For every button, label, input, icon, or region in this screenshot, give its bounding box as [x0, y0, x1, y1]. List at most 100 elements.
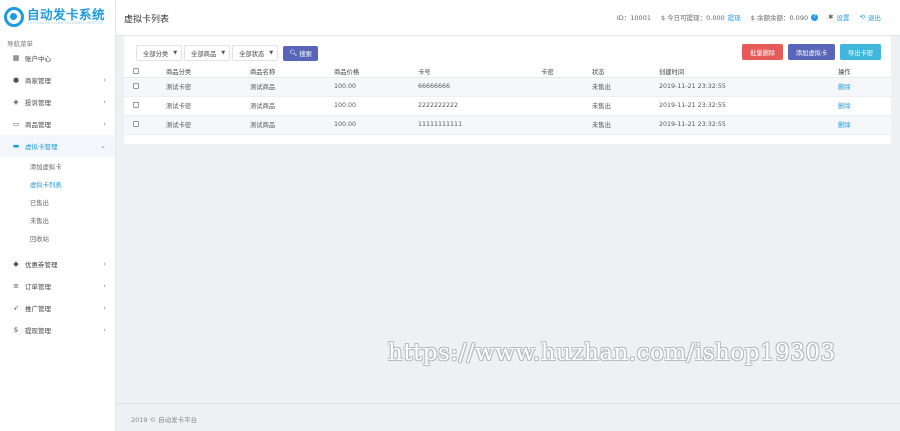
add-card-button[interactable]: 添加虚拟卡 [788, 44, 835, 60]
sidebar-item-label: 商家管理 [25, 77, 51, 85]
export-card-button[interactable]: 导出卡密 [840, 44, 881, 60]
caret-down-icon: ▼ [173, 50, 178, 56]
chevron-right-icon: › [103, 326, 106, 334]
delete-link[interactable]: 删除 [838, 77, 891, 97]
category-select[interactable]: 全部分类 ▼ [136, 45, 183, 61]
today-income: $ 今日可提现：0.000 [660, 14, 725, 22]
watermark: https://www.huzhan.com/ishop19303 [388, 340, 836, 366]
user-icon: ● [12, 76, 20, 84]
cell-name: 测试商品 [250, 115, 334, 135]
logo[interactable]: 自动发卡系统 AUTOMATIC CARD ISSUANCE SYSTEM [0, 0, 115, 34]
cell-price: 100.00 [334, 115, 418, 135]
header-info: ID：10001 $ 今日可提现：0.000 提现 $ 余额余额：0.090 ?… [614, 12, 881, 22]
dollar-icon: $ [13, 326, 19, 334]
cell-card-no: 11111111111 [418, 115, 541, 135]
user-id: ID：10001 [616, 14, 651, 22]
sidebar-subitem-card-list[interactable]: 虚拟卡列表 [0, 175, 115, 193]
sidebar: 自动发卡系统 AUTOMATIC CARD ISSUANCE SYSTEM 导航… [0, 0, 116, 431]
cell-secret [541, 96, 592, 116]
cell-status: 未售出 [592, 96, 659, 116]
logout-link[interactable]: 退出 [868, 12, 881, 22]
column-header: 卡号 [418, 67, 541, 78]
footer: 2019 © 自动发卡平台 [116, 403, 900, 431]
row-checkbox[interactable] [133, 120, 139, 127]
batch-delete-button[interactable]: 批量删除 [742, 44, 783, 60]
list-icon: ≡ [13, 282, 19, 290]
withdraw-link[interactable]: 提现 [728, 12, 741, 22]
sidebar-item-promotion[interactable]: ➶ 推广管理 › [0, 297, 115, 319]
cell-created: 2019-11-21 23:32:55 [659, 96, 838, 116]
action-bar: 批量删除 添加虚拟卡 导出卡密 [737, 44, 881, 60]
sidebar-item-coupons[interactable]: ◆ 优惠券管理 › [0, 253, 115, 275]
column-header: 创建时间 [659, 67, 838, 78]
dashboard-icon: ▦ [12, 54, 20, 62]
sidebar-item-label: 提现管理 [25, 327, 51, 335]
search-button-label: 搜索 [299, 50, 312, 58]
sidebar-item-withdraw[interactable]: $ 提现管理 › [0, 319, 115, 341]
delete-link[interactable]: 删除 [838, 115, 891, 135]
send-icon: ➶ [13, 304, 19, 312]
search-icon: 🔍︎ [289, 50, 298, 57]
balance: $ 余额余额：0.090 [750, 14, 809, 22]
card-list-panel: 全部分类 ▼ 全部商品 ▼ 全部状态 ▼ 🔍︎ 搜索 批量删除 添加虚拟卡 导出… [124, 36, 891, 144]
sidebar-item-label: 推广管理 [25, 305, 51, 313]
help-icon[interactable]: ? [811, 13, 819, 21]
sidebar-subitem-recycle-bin[interactable]: 回收站 [0, 229, 115, 247]
cell-secret [541, 77, 592, 97]
app-subtitle: AUTOMATIC CARD ISSUANCE SYSTEM [27, 21, 104, 25]
status-select[interactable]: 全部状态 ▼ [232, 45, 279, 61]
row-checkbox[interactable] [133, 101, 139, 108]
gear-icon: ✱ [828, 13, 834, 21]
status-select-value: 全部状态 [239, 50, 265, 58]
chevron-right-icon: › [103, 76, 106, 84]
table-row: 测试卡密 测试商品 100.00 66666666 未售出 2019-11-21… [124, 77, 891, 97]
card-table: 商品分类 商品名称 商品价格 卡号 卡密 状态 创建时间 操作 测试卡密 测试商… [124, 67, 891, 135]
sidebar-item-account[interactable]: ▦ 账户中心 [0, 47, 115, 69]
column-header: 商品分类 [166, 67, 250, 78]
row-checkbox[interactable] [133, 82, 139, 89]
column-header: 商品价格 [334, 67, 418, 78]
product-select[interactable]: 全部商品 ▼ [184, 45, 231, 61]
table-row: 测试卡密 测试商品 100.00 11111111111 未售出 2019-11… [124, 115, 891, 135]
sidebar-subitem-sold[interactable]: 已售出 [0, 193, 115, 211]
sidebar-item-orders[interactable]: ≡ 订单管理 › [0, 275, 115, 297]
column-header: 卡密 [541, 67, 592, 78]
select-all-checkbox[interactable] [133, 67, 139, 74]
sidebar-subitem-add-card[interactable]: 添加虚拟卡 [0, 157, 115, 175]
sidebar-item-label: 优惠券管理 [25, 261, 58, 269]
chevron-right-icon: › [103, 98, 106, 106]
page-title: 虚拟卡列表 [124, 15, 170, 25]
chevron-right-icon: › [103, 304, 106, 312]
sidebar-item-products[interactable]: ▭ 商品管理 › [0, 113, 115, 135]
sidebar-subitem-unsold[interactable]: 未售出 [0, 211, 115, 229]
cell-created: 2019-11-21 23:32:55 [659, 115, 838, 135]
product-select-value: 全部商品 [191, 50, 217, 58]
chevron-right-icon: › [103, 120, 106, 128]
card-icon: ▬ [12, 142, 20, 150]
settings-link[interactable]: 设置 [837, 12, 850, 22]
filter-bar: 全部分类 ▼ 全部商品 ▼ 全部状态 ▼ 🔍︎ 搜索 [136, 45, 319, 61]
footer-text: 2019 © 自动发卡平台 [131, 416, 198, 424]
sidebar-item-virtual-cards[interactable]: ▬ 虚拟卡管理 ⌄ [0, 135, 115, 157]
cell-created: 2019-11-21 23:32:55 [659, 77, 838, 97]
table-header-row: 商品分类 商品名称 商品价格 卡号 卡密 状态 创建时间 操作 [124, 67, 891, 78]
top-header: 虚拟卡列表 ID：10001 $ 今日可提现：0.000 提现 $ 余额余额：0… [116, 0, 900, 36]
cell-price: 100.00 [334, 77, 418, 97]
sidebar-item-merchant[interactable]: ● 商家管理 › [0, 69, 115, 91]
sidebar-item-label: 投诉管理 [25, 99, 51, 107]
shield-icon: ◈ [13, 98, 19, 106]
cell-category: 测试卡密 [166, 96, 250, 116]
chevron-right-icon: › [103, 260, 106, 268]
cell-secret [541, 115, 592, 135]
chevron-down-icon: ⌄ [100, 142, 106, 150]
sidebar-item-complaints[interactable]: ◈ 投诉管理 › [0, 91, 115, 113]
caret-down-icon: ▼ [221, 50, 226, 56]
cell-card-no: 66666666 [418, 77, 541, 97]
column-header: 商品名称 [250, 67, 334, 78]
cell-card-no: 2222222222 [418, 96, 541, 116]
nav-title: 导航菜单 [7, 40, 33, 48]
monitor-icon: ▭ [12, 120, 20, 128]
search-button[interactable]: 🔍︎ 搜索 [283, 45, 319, 61]
cell-category: 测试卡密 [166, 77, 250, 97]
delete-link[interactable]: 删除 [838, 96, 891, 116]
